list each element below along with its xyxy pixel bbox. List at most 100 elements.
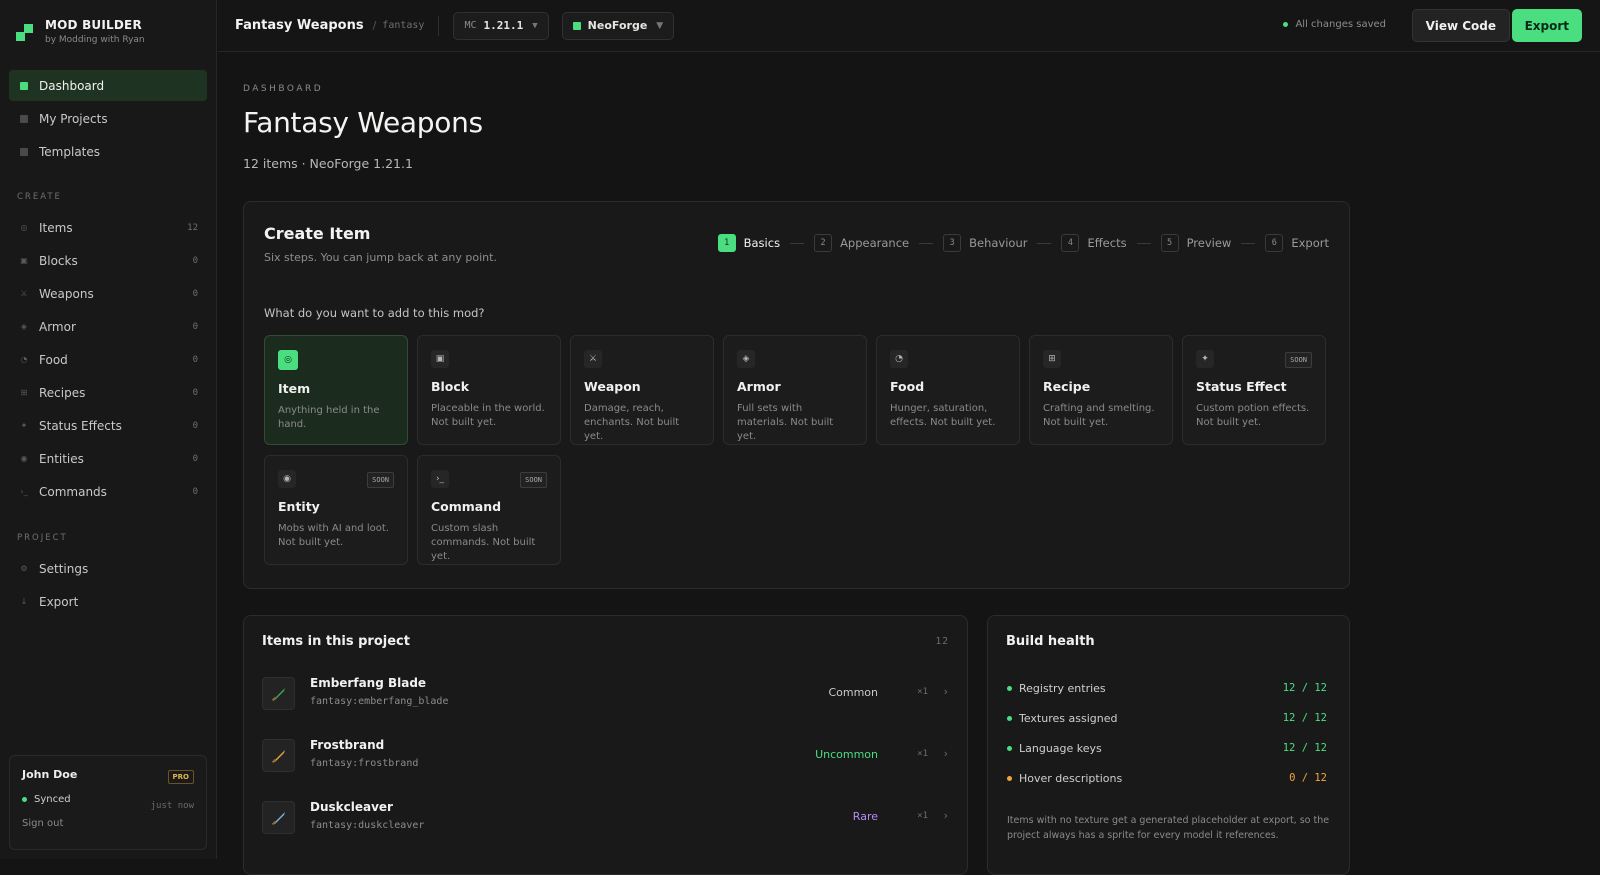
gear-icon: ⚙ <box>20 563 28 573</box>
build-health-card: Build health Registry entries 12 / 12 Text… <box>987 615 1350 875</box>
type-tile-entity[interactable]: ◉ SOON Entity Mobs with AI and loot. Not bu… <box>264 455 408 565</box>
nav-item-commands[interactable]: ›_ Commands 0 <box>9 476 207 507</box>
nav-label: Status Effects <box>39 418 122 433</box>
loader-select[interactable]: NeoForge ▼ <box>561 11 675 40</box>
tile-description: Custom potion effects. Not built yet. <box>1196 403 1310 428</box>
nav-item-blocks[interactable]: ▣ Blocks 0 <box>9 245 207 276</box>
food-icon: ◔ <box>890 350 908 368</box>
tile-name: Entity <box>278 499 320 514</box>
terminal-icon: ›_ <box>20 486 28 496</box>
nav-label: Items <box>39 220 73 235</box>
tile-description: Crafting and smelting. Not built yet. <box>1043 403 1155 428</box>
type-tile-weapon[interactable]: ⚔ Weapon Damage, reach, enchants. Not buil… <box>570 335 714 445</box>
step-number: 3 <box>943 234 962 252</box>
chevron-down-icon: ▼ <box>656 20 664 31</box>
step-effects[interactable]: 4 Effects <box>1061 234 1127 252</box>
item-id: fantasy:emberfang_blade <box>310 696 449 707</box>
step-connector <box>790 242 805 244</box>
step-preview[interactable]: 5 Preview <box>1160 234 1232 252</box>
type-tiles: ◎ Item Anything held in the hand. ▣ Block Pla… <box>264 335 1330 565</box>
step-behaviour[interactable]: 3 Behaviour <box>943 234 1027 252</box>
step-number: 4 <box>1061 234 1080 252</box>
chevron-down-icon: ▼ <box>532 20 538 31</box>
breadcrumb: DASHBOARD <box>243 84 324 94</box>
type-tile-armor[interactable]: ◈ Armor Full sets with materials. Not buil… <box>723 335 867 445</box>
brand[interactable]: MOD BUILDER by Modding with Ryan <box>16 18 145 45</box>
nav-label: Armor <box>39 319 76 334</box>
step-appearance[interactable]: 2 Appearance <box>814 234 909 252</box>
block-icon: ▣ <box>20 255 28 265</box>
nav-item-entities[interactable]: ◉ Entities 0 <box>9 443 207 474</box>
health-label: Textures assigned <box>1019 711 1118 725</box>
step-basics[interactable]: 1 Basics <box>717 234 780 252</box>
nav-item-items[interactable]: ◎ Items 12 <box>9 212 207 243</box>
step-number: 1 <box>717 234 736 252</box>
tile-name: Armor <box>737 379 781 394</box>
sword-icon <box>262 677 295 710</box>
type-tile-command[interactable]: ›_ SOON Command Custom slash commands. Not … <box>417 455 561 565</box>
health-value: 0 / 12 <box>1289 772 1327 784</box>
tile-description: Damage, reach, enchants. Not built yet. <box>584 403 680 442</box>
entity-icon: ◉ <box>20 453 28 463</box>
nav-item-my-projects[interactable]: My Projects <box>9 103 207 134</box>
nav-item-status-effects[interactable]: ✦ Status Effects 0 <box>9 410 207 441</box>
project-slug: fantasy <box>382 20 425 31</box>
mc-version-value: 1.21.1 <box>483 19 524 32</box>
project-section-heading: PROJECT <box>17 533 68 543</box>
main-nav: Dashboard My Projects Templates <box>9 70 207 169</box>
mc-version-select[interactable]: MC 1.21.1 ▼ <box>453 11 549 40</box>
soon-badge: SOON <box>367 472 394 488</box>
type-tile-food[interactable]: ◔ Food Hunger, saturation, effects. Not bu… <box>876 335 1020 445</box>
item-quantity: ×1 <box>917 811 928 821</box>
nav-item-export[interactable]: ↓ Export <box>9 586 207 617</box>
tile-name: Food <box>890 379 925 394</box>
item-row[interactable]: Emberfang Blade fantasy:emberfang_blade Co… <box>262 672 956 718</box>
type-tile-item[interactable]: ◎ Item Anything held in the hand. <box>264 335 408 445</box>
entity-icon: ◉ <box>278 470 296 488</box>
rarity-label: Common <box>828 686 878 699</box>
type-tile-status-effect[interactable]: ✦ SOON Status Effect Custom potion effects.… <box>1182 335 1326 445</box>
top-bar: Fantasy Weapons / fantasy MC 1.21.1 ▼ NeoF… <box>218 0 1600 52</box>
view-code-button[interactable]: View Code <box>1411 9 1510 42</box>
nav-item-templates[interactable]: Templates <box>9 136 207 167</box>
nav-count: 0 <box>192 387 198 398</box>
status-dot-icon <box>1283 22 1289 27</box>
step-export[interactable]: 6 Export <box>1265 234 1329 252</box>
nav-item-food[interactable]: ◔ Food 0 <box>9 344 207 375</box>
nav-label: Blocks <box>39 253 78 268</box>
nav-count: 0 <box>192 321 198 332</box>
nav-label: Weapons <box>39 286 94 301</box>
nav-item-dashboard[interactable]: Dashboard <box>9 70 207 101</box>
nav-item-recipes[interactable]: ⊞ Recipes 0 <box>9 377 207 408</box>
stepper: 1 Basics 2 Appearance 3 Behaviour 4 Effects 5 Pre… <box>717 234 1329 252</box>
status-dot-icon <box>1007 685 1012 691</box>
nav-item-weapons[interactable]: ⚔ Weapons 0 <box>9 278 207 309</box>
step-label: Preview <box>1186 236 1232 250</box>
step-connector <box>919 242 934 244</box>
item-quantity: ×1 <box>917 687 928 697</box>
health-value: 12 / 12 <box>1282 682 1327 694</box>
type-tile-recipe[interactable]: ⊞ Recipe Crafting and smelting. Not built … <box>1029 335 1173 445</box>
nav-item-settings[interactable]: ⚙ Settings <box>9 553 207 584</box>
item-row[interactable]: Frostbrand fantasy:frostbrand Uncommon ×1 › <box>262 734 956 780</box>
step-label: Effects <box>1087 236 1127 250</box>
logo-icon <box>16 24 36 44</box>
recipe-icon: ⊞ <box>1043 350 1061 368</box>
app-title: MOD BUILDER <box>45 18 142 32</box>
items-title: Items in this project <box>262 634 410 649</box>
export-button[interactable]: Export <box>1511 9 1582 42</box>
create-item-title: Create Item <box>264 224 371 243</box>
tile-name: Command <box>431 499 502 514</box>
sword-icon <box>262 739 295 772</box>
nav-label: Entities <box>39 451 84 466</box>
type-tile-block[interactable]: ▣ Block Placeable in the world. Not built … <box>417 335 561 445</box>
sign-out-link[interactable]: Sign out <box>22 818 194 829</box>
tile-name: Recipe <box>1043 379 1091 394</box>
tile-description: Anything held in the hand. <box>278 405 380 430</box>
sidebar: MOD BUILDER by Modding with Ryan Dashboa… <box>0 0 217 859</box>
health-value: 12 / 12 <box>1282 712 1327 724</box>
nav-item-armor[interactable]: ◈ Armor 0 <box>9 311 207 342</box>
item-row[interactable]: Duskcleaver fantasy:duskcleaver Rare ×1 › <box>262 796 956 842</box>
tile-name: Status Effect <box>1196 379 1287 394</box>
soon-badge: SOON <box>1285 352 1312 368</box>
